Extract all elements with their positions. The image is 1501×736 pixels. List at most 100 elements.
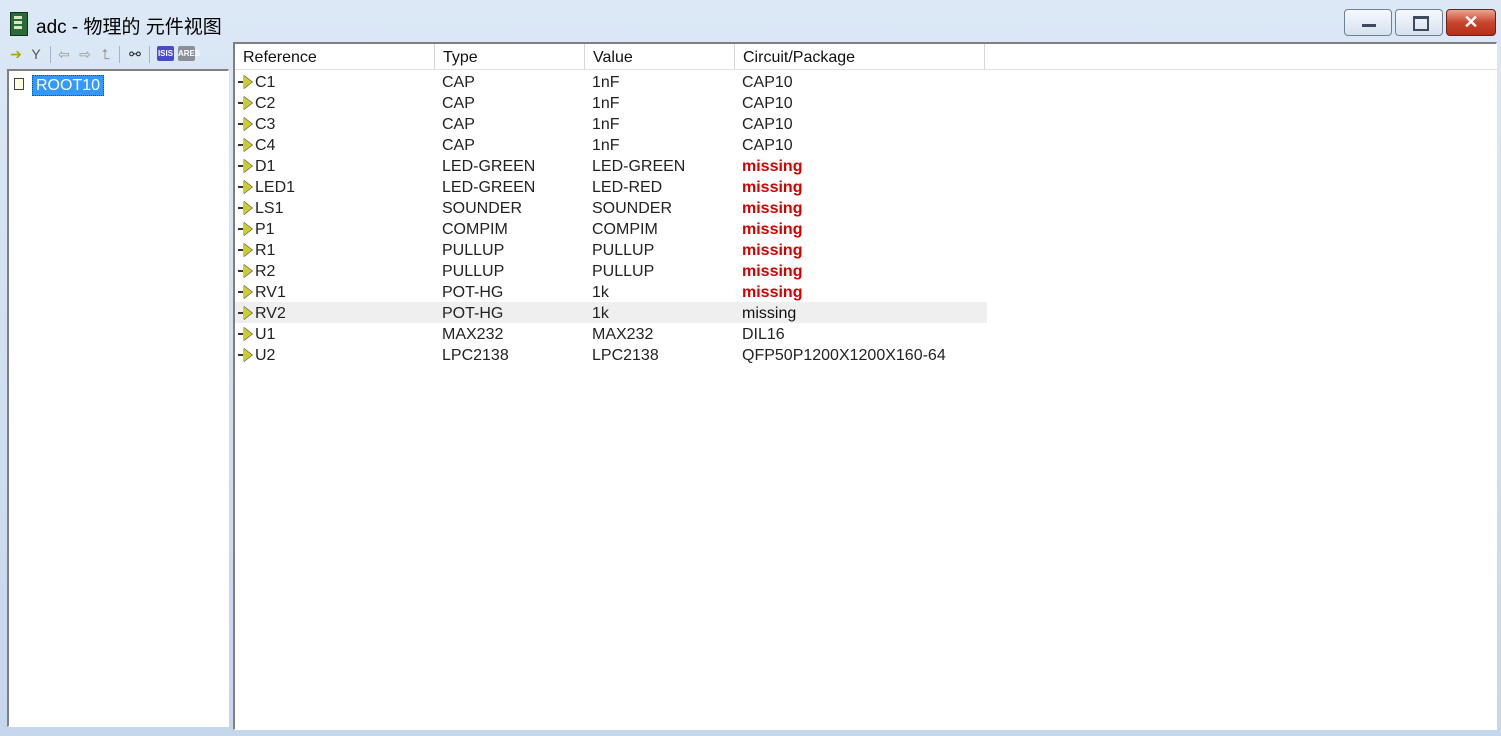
cell-circuit-package: CAP10: [742, 74, 793, 91]
table-row[interactable]: U1 MAX232 MAX232 DIL16: [235, 323, 987, 344]
cell-type: PULLUP: [442, 242, 505, 259]
cell-reference: U2: [255, 347, 276, 364]
cell-circuit-package: missing: [742, 284, 803, 301]
component-arrow-icon: [238, 74, 252, 88]
cell-circuit-package: missing: [742, 158, 803, 175]
cell-reference: C1: [255, 74, 276, 91]
cell-type: POT-HG: [442, 305, 504, 322]
cell-value: MAX232: [592, 326, 654, 343]
cell-reference: D1: [255, 158, 276, 175]
cell-value: PULLUP: [592, 242, 655, 259]
component-arrow-icon: [238, 284, 252, 298]
cell-reference: LED1: [255, 179, 296, 196]
minimize-icon: [1362, 24, 1376, 27]
cell-type: CAP: [442, 74, 475, 91]
cell-circuit-package: missing: [742, 179, 803, 196]
maximize-button[interactable]: [1395, 9, 1443, 36]
maximize-icon: [1413, 16, 1429, 31]
table-row[interactable]: C4 CAP 1nF CAP10: [235, 134, 987, 155]
binoculars-icon[interactable]: ⚯: [127, 46, 143, 63]
cell-type: CAP: [442, 95, 475, 112]
component-arrow-icon: [238, 179, 252, 193]
cell-value: 1k: [592, 305, 609, 322]
table-row[interactable]: C1 CAP 1nF CAP10: [235, 71, 987, 92]
cell-value: 1nF: [592, 95, 620, 112]
tree-item-label[interactable]: ROOT10: [32, 75, 105, 96]
cell-circuit-package: QFP50P1200X1200X160-64: [742, 347, 946, 364]
tree-pane: ROOT10: [7, 69, 229, 727]
minimize-button[interactable]: [1344, 9, 1392, 36]
column-header-circuit-package[interactable]: Circuit/Package: [735, 44, 985, 69]
cell-circuit-package: missing: [742, 242, 803, 259]
column-header-reference[interactable]: Reference: [235, 44, 435, 69]
table-row[interactable]: C3 CAP 1nF CAP10: [235, 113, 987, 134]
cell-reference: C4: [255, 137, 276, 154]
cell-circuit-package: missing: [742, 305, 797, 322]
ares-icon[interactable]: ARES: [178, 46, 200, 61]
table-row[interactable]: LED1 LED-GREEN LED-RED missing: [235, 176, 987, 197]
table-row[interactable]: RV2 POT-HG 1k missing: [235, 302, 987, 323]
sheet-icon: [14, 78, 24, 90]
cell-reference: R2: [255, 263, 276, 280]
cell-circuit-package: CAP10: [742, 137, 793, 154]
cell-circuit-package: DIL16: [742, 326, 785, 343]
cell-circuit-package: CAP10: [742, 116, 793, 133]
component-arrow-icon: [238, 263, 252, 277]
cell-type: COMPIM: [442, 221, 508, 238]
cell-reference: R1: [255, 242, 276, 259]
cell-value: 1k: [592, 284, 609, 301]
component-arrow-icon: [238, 116, 252, 130]
cell-type: LPC2138: [442, 347, 509, 364]
table-row[interactable]: C2 CAP 1nF CAP10: [235, 92, 987, 113]
arrow-right-icon[interactable]: ➔: [8, 46, 24, 63]
component-arrow-icon: [238, 347, 252, 361]
cell-value: COMPIM: [592, 221, 658, 238]
app-icon: [10, 12, 28, 36]
cell-reference: RV2: [255, 305, 286, 322]
component-arrow-icon: [238, 137, 252, 151]
cell-value: 1nF: [592, 116, 620, 133]
component-arrow-icon: [238, 242, 252, 256]
toolbar-separator: [149, 46, 150, 63]
title-bar[interactable]: adc - 物理的 元件视图 ✕: [0, 0, 1501, 42]
toolbar-separator: [50, 46, 51, 63]
cell-reference: C3: [255, 116, 276, 133]
window-title: adc - 物理的 元件视图: [36, 17, 222, 38]
cell-reference: RV1: [255, 284, 286, 301]
cell-circuit-package: missing: [742, 263, 803, 280]
component-arrow-icon: [238, 326, 252, 340]
table-row[interactable]: U2 LPC2138 LPC2138 QFP50P1200X1200X160-64: [235, 344, 987, 365]
forward-arrow-icon[interactable]: ⇨: [77, 46, 93, 63]
component-arrow-icon: [238, 221, 252, 235]
cell-type: SOUNDER: [442, 200, 523, 217]
table-row[interactable]: R2 PULLUP PULLUP missing: [235, 260, 987, 281]
isis-icon[interactable]: ISIS: [157, 46, 174, 61]
table-row[interactable]: D1 LED-GREEN LED-GREEN missing: [235, 155, 987, 176]
toolbar-separator: [119, 46, 120, 63]
back-arrow-icon[interactable]: ⇦: [56, 46, 72, 63]
component-view-window: adc - 物理的 元件视图 ✕ ➔ Y ⇦ ⇨ ⮤ ⚯ ISIS ARES R…: [0, 0, 1501, 736]
column-header-value[interactable]: Value: [585, 44, 735, 69]
cell-value: PULLUP: [592, 263, 655, 280]
cell-type: LED-GREEN: [442, 179, 536, 196]
table-row[interactable]: LS1 SOUNDER SOUNDER missing: [235, 197, 987, 218]
component-arrow-icon: [238, 200, 252, 214]
cell-type: PULLUP: [442, 263, 505, 280]
cell-type: CAP: [442, 116, 475, 133]
cell-value: LPC2138: [592, 347, 659, 364]
cell-circuit-package: missing: [742, 221, 803, 238]
branch-icon[interactable]: Y: [28, 46, 44, 63]
up-arrow-icon[interactable]: ⮤: [98, 46, 114, 63]
table-row[interactable]: P1 COMPIM COMPIM missing: [235, 218, 987, 239]
table-row[interactable]: R1 PULLUP PULLUP missing: [235, 239, 987, 260]
cell-value: LED-GREEN: [592, 158, 686, 175]
cell-circuit-package: missing: [742, 200, 803, 217]
cell-reference: U1: [255, 326, 276, 343]
cell-reference: LS1: [255, 200, 284, 217]
cell-reference: P1: [255, 221, 275, 238]
close-icon: ✕: [1463, 12, 1479, 32]
component-list: Reference Type Value Circuit/Package C1 C…: [233, 42, 1497, 730]
close-button[interactable]: ✕: [1446, 9, 1496, 36]
column-header-type[interactable]: Type: [435, 44, 585, 69]
table-row[interactable]: RV1 POT-HG 1k missing: [235, 281, 987, 302]
